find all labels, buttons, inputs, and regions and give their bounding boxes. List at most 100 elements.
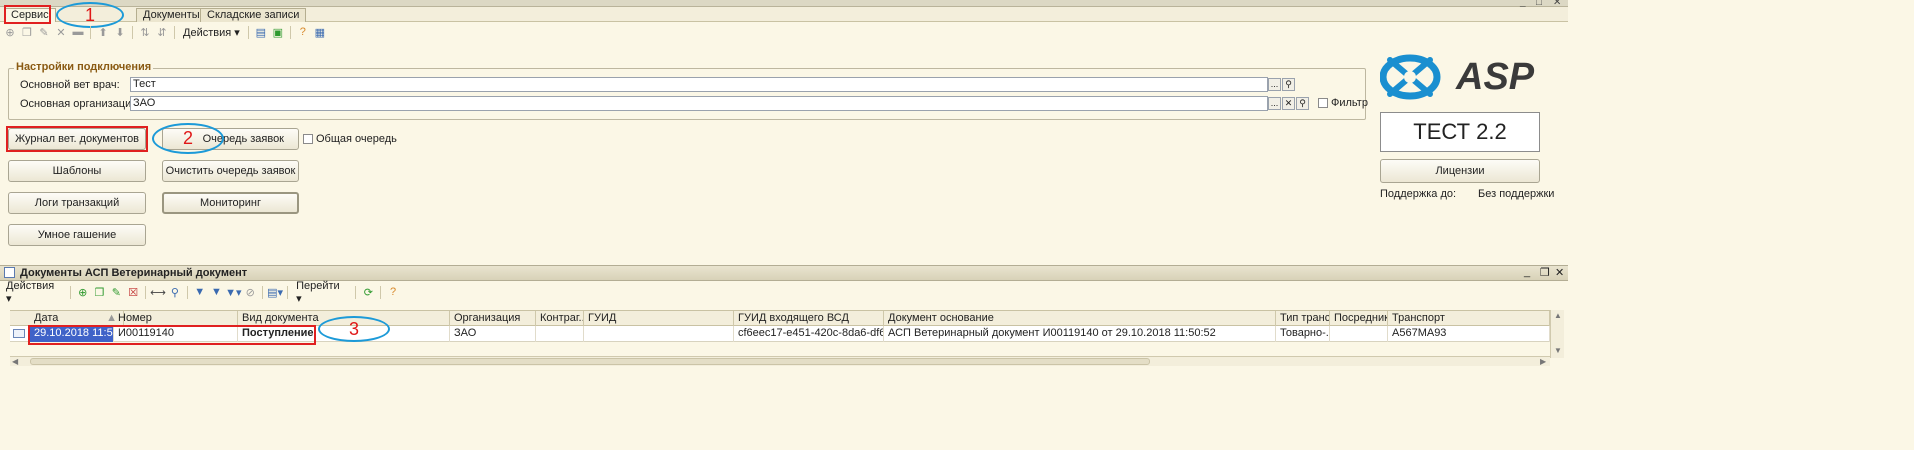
column-header-incoming-guid[interactable]: ГУИД входящего ВСД: [734, 311, 884, 327]
separator: [90, 25, 91, 39]
asp-logo-text: ASP: [1456, 56, 1535, 98]
column-header-base-document[interactable]: Документ основание: [884, 311, 1276, 327]
column-header-transport[interactable]: Транспорт: [1388, 311, 1550, 327]
panel-restore-icon[interactable]: ❐: [1540, 266, 1550, 279]
save-icon[interactable]: ▬: [71, 25, 85, 39]
column-header-counterparty[interactable]: Контраг...: [536, 311, 584, 327]
add-icon[interactable]: ⊕: [76, 285, 90, 299]
organization-choose-button[interactable]: ...: [1268, 97, 1281, 110]
sort-desc-icon[interactable]: ⇵: [155, 25, 169, 39]
documents-panel-title: Документы АСП Ветеринарный документ: [20, 267, 248, 279]
goto-menu[interactable]: Перейти ▾: [293, 280, 350, 305]
copy-icon[interactable]: ❐: [93, 285, 107, 299]
export-icon[interactable]: ▣: [271, 25, 285, 39]
column-header-intermediary[interactable]: Посредник: [1330, 311, 1388, 327]
scroll-down-icon[interactable]: ▼: [1554, 346, 1562, 355]
cell-counterparty[interactable]: [536, 326, 584, 342]
cell-base-document[interactable]: АСП Ветеринарный документ И00119140 от 2…: [884, 326, 1276, 342]
move-down-icon[interactable]: ⬇: [113, 25, 127, 39]
column-header-guid[interactable]: ГУИД: [584, 311, 734, 327]
organization-label: Основная организация:: [20, 98, 141, 110]
horizontal-scrollbar[interactable]: ◀ ▶: [10, 356, 1550, 366]
separator: [380, 285, 382, 299]
cell-transport[interactable]: А567МА93: [1388, 326, 1550, 342]
connection-settings-group: [8, 68, 1366, 120]
help-icon[interactable]: ?: [386, 285, 400, 299]
move-up-icon[interactable]: ⬆: [96, 25, 110, 39]
find-icon[interactable]: ⚲: [168, 285, 182, 299]
print-menu-icon[interactable]: ▤▾: [267, 285, 283, 299]
separator: [289, 25, 291, 39]
edit-icon[interactable]: ✎: [109, 285, 123, 299]
grid-header: Дата ▲ Номер Вид документа Организация Ко…: [10, 310, 1550, 327]
panel-minimize-icon[interactable]: _: [1524, 266, 1530, 278]
monitoring-button[interactable]: Мониторинг: [162, 192, 299, 214]
licenses-button[interactable]: Лицензии: [1380, 159, 1540, 183]
column-header-transport-type[interactable]: Тип транс...: [1276, 311, 1330, 327]
highlight-box-1: [4, 5, 51, 24]
separator: [287, 285, 289, 299]
templates-button[interactable]: Шаблоны: [8, 160, 146, 182]
edit-icon[interactable]: ✎: [37, 25, 51, 39]
copy-icon[interactable]: ❐: [20, 25, 34, 39]
support-until-label: Поддержка до:: [1380, 188, 1457, 200]
separator: [69, 285, 71, 299]
vet-doctor-search-icon[interactable]: ⚲: [1282, 78, 1295, 91]
cell-guid[interactable]: [584, 326, 734, 342]
organization-field[interactable]: ЗАО: [130, 96, 1268, 111]
common-queue-checkbox[interactable]: [303, 134, 313, 144]
documents-panel-header: Документы АСП Ветеринарный документ _ ❐ …: [0, 265, 1568, 281]
separator: [145, 285, 146, 299]
scroll-up-icon[interactable]: ▲: [1554, 311, 1562, 320]
cell-transport-type[interactable]: Товарно-...: [1276, 326, 1330, 342]
clear-queue-button[interactable]: Очистить очередь заявок: [162, 160, 299, 182]
tab-warehouse-records[interactable]: Складские записи: [200, 8, 307, 22]
separator: [355, 285, 357, 299]
vet-doctor-field[interactable]: Тест: [130, 77, 1268, 92]
smart-redemption-button[interactable]: Умное гашение: [8, 224, 146, 246]
print-icon[interactable]: ▤: [254, 25, 268, 39]
delete-icon[interactable]: ☒: [126, 285, 140, 299]
tab-documents[interactable]: Документы: [136, 8, 207, 22]
filter-checkbox[interactable]: [1318, 98, 1328, 108]
filter-label: Фильтр: [1331, 97, 1368, 109]
common-queue-label: Общая очередь: [316, 133, 397, 145]
separator: [132, 25, 133, 39]
organization-search-icon[interactable]: ⚲: [1296, 97, 1309, 110]
interval-icon[interactable]: ⟷: [150, 285, 166, 299]
add-icon[interactable]: ⊕: [3, 25, 17, 39]
callout-2: 2: [152, 123, 224, 154]
filter-value-icon[interactable]: ▼: [210, 285, 224, 299]
settings-icon[interactable]: ▦: [313, 25, 327, 39]
refresh-icon[interactable]: ⟳: [361, 285, 375, 299]
separator: [262, 285, 264, 299]
panel-close-icon[interactable]: ✕: [1555, 266, 1564, 279]
scroll-left-icon[interactable]: ◀: [12, 357, 18, 366]
clear-filter-icon[interactable]: ⊘: [243, 285, 257, 299]
organization-clear-icon[interactable]: ✕: [1282, 97, 1295, 110]
scroll-thumb[interactable]: [30, 358, 1150, 365]
separator: [186, 285, 188, 299]
filter-settings-icon[interactable]: ▼▾: [225, 285, 241, 299]
panel-actions-menu[interactable]: Действия ▾: [3, 280, 65, 305]
vertical-scrollbar[interactable]: ▲ ▼: [1550, 310, 1564, 358]
scroll-right-icon[interactable]: ▶: [1540, 357, 1546, 366]
callout-3: 3: [318, 316, 390, 342]
window-title-bar: _ □ ✕: [0, 0, 1568, 8]
support-until-value: Без поддержки: [1478, 188, 1555, 200]
sort-asc-icon[interactable]: ⇅: [138, 25, 152, 39]
asp-logo: ASP: [1379, 50, 1540, 104]
cell-organization[interactable]: ЗАО: [450, 326, 536, 342]
actions-menu[interactable]: Действия ▾: [180, 26, 243, 39]
filter-icon[interactable]: ▼: [193, 285, 207, 299]
cell-incoming-guid[interactable]: cf6eec17-e451-420c-8da6-df6300...: [734, 326, 884, 342]
document-list-icon: [4, 267, 15, 278]
column-header-organization[interactable]: Организация: [450, 311, 536, 327]
documents-toolbar: Действия ▾ ⊕ ❐ ✎ ☒ ⟷ ⚲ ▼ ▼ ▼▾ ⊘ ▤▾ Перей…: [0, 280, 400, 305]
help-icon[interactable]: ?: [296, 25, 310, 39]
vet-doctor-choose-button[interactable]: ...: [1268, 78, 1281, 91]
transaction-logs-button[interactable]: Логи транзакций: [8, 192, 146, 214]
cell-intermediary[interactable]: [1330, 326, 1388, 342]
delete-icon[interactable]: ✕: [54, 25, 68, 39]
row-document-icon: [13, 329, 25, 338]
